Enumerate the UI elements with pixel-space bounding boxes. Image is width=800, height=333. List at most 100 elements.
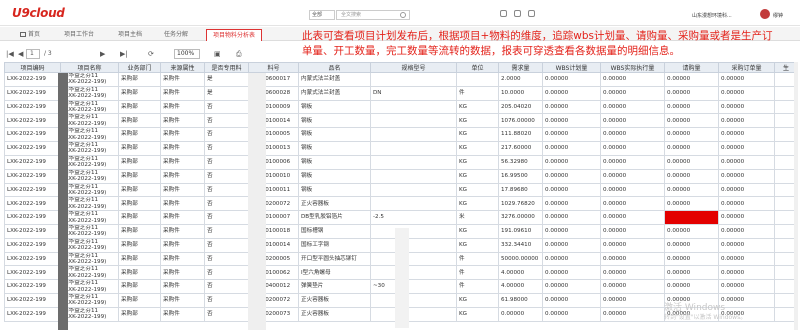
message-icon[interactable]: [514, 10, 521, 17]
cell-wbsx: 0.00000: [600, 279, 665, 294]
cell-spec: [370, 99, 457, 115]
project-name-line2: (LXK-2022-199): [63, 300, 107, 307]
cell-unit: KG: [456, 196, 499, 212]
cell-src: 采购件: [160, 154, 205, 170]
table-row[interactable]: LXK-2022-199 利华益芝芬11 (LXK-2022-199) 采购部 采购件否…: [4, 210, 798, 225]
cell-po: 0.00000: [718, 154, 775, 170]
column-header[interactable]: 项目名称: [60, 62, 119, 73]
tab-project-material-analysis[interactable]: 项目物料分析表: [206, 29, 263, 41]
column-header[interactable]: 单位: [456, 62, 499, 73]
cell-pname: 国标工字钢: [298, 237, 371, 253]
cell-pname: 内蒙式法兰封盖: [298, 72, 371, 87]
tab-project-master[interactable]: 项目主档: [112, 29, 148, 41]
cell-code: LXK-2022-199: [4, 141, 61, 156]
cell-req: 56.32980: [498, 154, 543, 170]
tab-project-workbench[interactable]: 项目工作台: [58, 29, 100, 41]
zoom-select[interactable]: 100%: [174, 49, 200, 59]
cell-code: LXK-2022-199: [4, 223, 61, 239]
column-header[interactable]: 需求量: [498, 62, 543, 73]
cell-dept: 采购部: [118, 223, 161, 239]
search-scope-select[interactable]: 全部: [309, 10, 335, 20]
cell-project-name: 利华益芝芬11 (LXK-2022-199): [60, 237, 119, 253]
refresh-icon[interactable]: ⟳: [148, 48, 154, 60]
cell-spec: [370, 306, 457, 322]
cell-unit: 件: [456, 279, 499, 294]
column-header[interactable]: 料号: [248, 62, 299, 73]
search-input[interactable]: 全文搜索: [336, 10, 410, 20]
cell-dept: 采购部: [118, 85, 161, 101]
table-row[interactable]: LXK-2022-199 利华益芝芬11 (LXK-2022-199) 采购部 采购件否…: [4, 168, 798, 184]
project-name-line2: (LXK-2022-199): [63, 231, 107, 238]
table-row[interactable]: LXK-2022-199 利华益芝芬11 (LXK-2022-199) 采购部 采购件否…: [4, 127, 798, 143]
column-header[interactable]: 规格型号: [370, 62, 457, 73]
column-header[interactable]: 来源属性: [160, 62, 205, 73]
table-row[interactable]: LXK-2022-199 利华益芝芬11 (LXK-2022-199) 采购部 采购件否…: [4, 154, 798, 170]
cell-src: 采购件: [160, 72, 205, 87]
cell-project-name: 利华益芝芬11 (LXK-2022-199): [60, 265, 119, 281]
print-icon[interactable]: ⎙: [236, 48, 242, 60]
column-header[interactable]: 采购订单量: [718, 62, 775, 73]
vertical-scrollbar[interactable]: [794, 62, 798, 330]
cell-pname: 弹簧垫片: [298, 279, 371, 294]
column-header[interactable]: 业务部门: [118, 62, 161, 73]
cell-code: LXK-2022-199: [4, 237, 61, 253]
cell-po: 0.00000: [718, 127, 775, 143]
tab-home[interactable]: 首页: [14, 29, 46, 41]
project-name-line2: (LXK-2022-199): [63, 189, 107, 196]
cell-project-name: 利华益芝芬11 (LXK-2022-199): [60, 279, 119, 294]
avatar[interactable]: [760, 9, 770, 19]
cell-code: LXK-2022-199: [4, 72, 61, 87]
cell-dept: 采购部: [118, 141, 161, 156]
column-header[interactable]: 项目编码: [4, 62, 61, 73]
cell-wbsx: 0.00000: [600, 306, 665, 322]
org-selector[interactable]: 山东漫想环境科...: [692, 12, 732, 19]
cell-po: 0.00000: [718, 168, 775, 184]
search-icon[interactable]: [400, 12, 406, 18]
cell-wbs: 0.00000: [542, 293, 601, 308]
column-header[interactable]: 是否专用料: [204, 62, 249, 73]
user-name[interactable]: 缪钟: [773, 12, 783, 19]
cell-pr: 0.00000: [664, 251, 719, 267]
column-header[interactable]: 请购量: [664, 62, 719, 73]
project-name-line2: (LXK-2022-199): [63, 272, 107, 279]
cell-spec: [370, 265, 457, 281]
cell-wbsx: 0.00000: [600, 168, 665, 184]
bell-icon[interactable]: [528, 10, 535, 17]
tab-label: 首页: [28, 31, 41, 38]
cell-wbsx: 0.00000: [600, 265, 665, 281]
cell-pname: 正火容器板: [298, 293, 371, 308]
column-header[interactable]: WBS实际执行量: [600, 62, 665, 73]
cell-code: LXK-2022-199: [4, 196, 61, 212]
table-row[interactable]: LXK-2022-199 利华益芝芬11 (LXK-2022-199) 采购部 采购件否…: [4, 182, 798, 198]
table-row[interactable]: LXK-2022-199 利华益芝芬11 (LXK-2022-199) 采购部 采购件否…: [4, 196, 798, 212]
table-row[interactable]: LXK-2022-199 利华益芝芬11 (LXK-2022-199) 采购部 采购件是…: [4, 85, 798, 101]
cell-pname: 国标槽钢: [298, 223, 371, 239]
tab-task-breakdown[interactable]: 任务分解: [158, 29, 194, 41]
cell-wbsx: 0.00000: [600, 154, 665, 170]
grid-icon[interactable]: [500, 10, 507, 17]
cell-code: LXK-2022-199: [4, 251, 61, 267]
export-icon[interactable]: ▣: [214, 48, 221, 60]
cell-req: 4.00000: [498, 279, 543, 294]
last-page-icon[interactable]: ▶|: [120, 48, 128, 60]
cell-po: 0.00000: [718, 293, 775, 308]
table-row[interactable]: LXK-2022-199 利华益芝芬11 (LXK-2022-199) 采购部 采购件否…: [4, 99, 798, 115]
cell-unit: 米: [456, 210, 499, 225]
cell-wbsx: 0.00000: [600, 99, 665, 115]
cell-req: 191.09610: [498, 223, 543, 239]
cell-dept: 采购部: [118, 265, 161, 281]
column-header[interactable]: 品名: [298, 62, 371, 73]
column-header[interactable]: WBS计划量: [542, 62, 601, 73]
table-row[interactable]: LXK-2022-199 利华益芝芬11 (LXK-2022-199) 采购部 采购件否…: [4, 141, 798, 156]
table-row[interactable]: LXK-2022-199 利华益芝芬11 (LXK-2022-199) 采购部 采购件否…: [4, 113, 798, 129]
cell-code: LXK-2022-199: [4, 279, 61, 294]
app-logo[interactable]: U9cloud: [12, 6, 65, 20]
prev-page-icon[interactable]: ◀: [18, 48, 23, 60]
next-page-icon[interactable]: ▶: [100, 48, 105, 60]
table-row[interactable]: LXK-2022-199 利华益芝芬11 (LXK-2022-199) 采购部 采购件是…: [4, 72, 798, 87]
project-name-line2: (LXK-2022-199): [63, 286, 107, 293]
first-page-icon[interactable]: |◀: [6, 48, 14, 60]
cell-project-name: 利华益芝芬11 (LXK-2022-199): [60, 306, 119, 322]
cell-src: 采购件: [160, 210, 205, 225]
cell-spec: [370, 223, 457, 239]
